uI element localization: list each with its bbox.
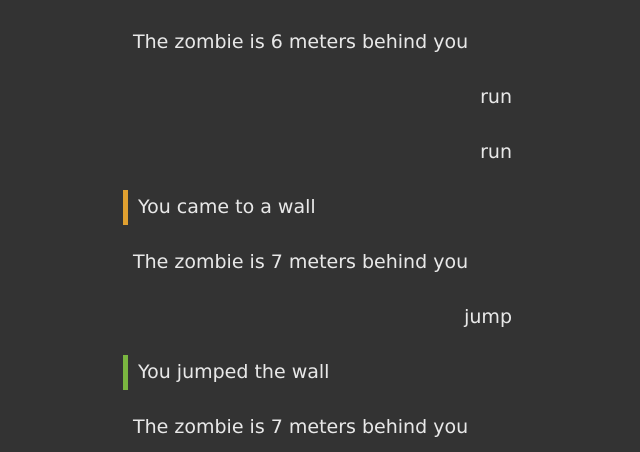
- warning-status-bar: [123, 190, 128, 225]
- event-line-warning: You came to a wall: [0, 180, 640, 235]
- event-text: You jumped the wall: [138, 361, 330, 383]
- event-line-success: You jumped the wall: [0, 345, 640, 400]
- narration-line: The zombie is 6 meters behind you: [133, 31, 469, 53]
- player-command: jump: [464, 306, 512, 328]
- player-command: run: [480, 86, 512, 108]
- success-status-bar: [123, 355, 128, 390]
- narration-line: The zombie is 7 meters behind you: [133, 251, 469, 273]
- player-command: run: [480, 141, 512, 163]
- game-log: The zombie is 6 meters behind you run ru…: [0, 0, 640, 452]
- narration-line: The zombie is 7 meters behind you: [133, 416, 469, 438]
- event-text: You came to a wall: [138, 196, 316, 218]
